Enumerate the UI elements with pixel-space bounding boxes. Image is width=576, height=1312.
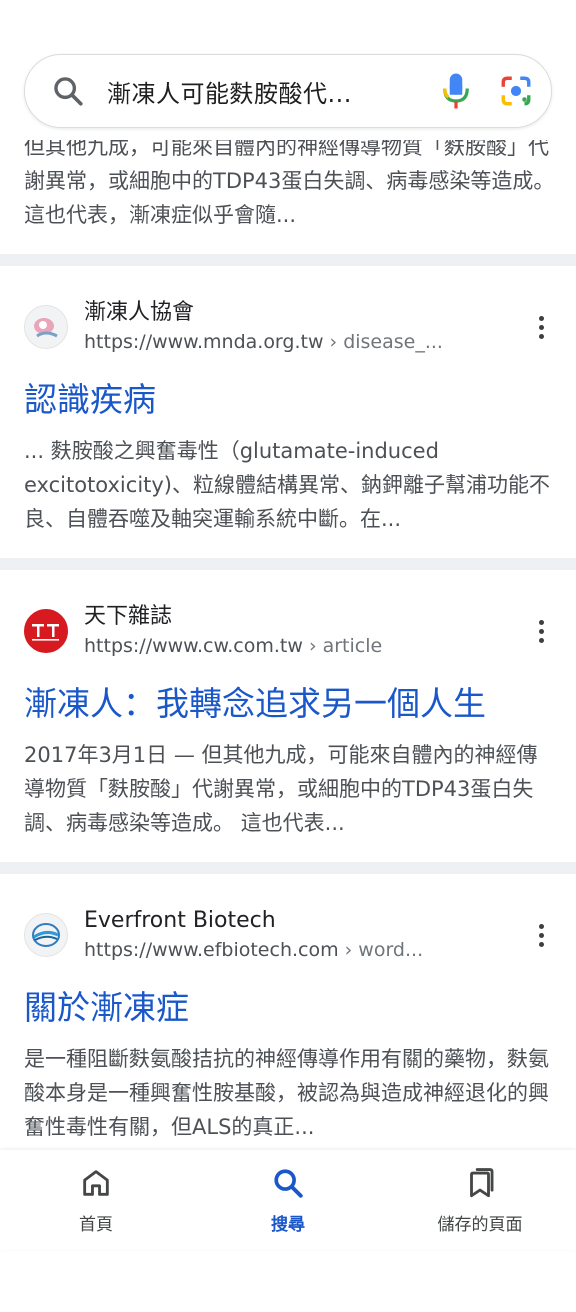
mnda-favicon-icon — [24, 305, 68, 349]
nav-home[interactable]: 首頁 — [21, 1166, 171, 1235]
result-snippet: 2017年3月1日 — 但其他九成，可能來自體內的神經傳導物質「麩胺酸」代謝異常… — [24, 743, 538, 835]
site-name: Everfront Biotech — [84, 908, 276, 933]
result-source[interactable]: 漸凍人協會 https://www.mnda.org.tw › disease_… — [24, 290, 552, 364]
saved-pages-icon — [470, 1168, 494, 1198]
nav-home-label: 首頁 — [79, 1215, 113, 1235]
result-title-link[interactable]: 認識疾病 — [24, 378, 552, 422]
site-url: https://www.efbiotech.com › word... — [84, 939, 424, 961]
more-options-icon[interactable] — [526, 920, 556, 950]
nav-saved-label: 儲存的頁面 — [437, 1215, 523, 1235]
result-separator — [0, 254, 576, 266]
result-card[interactable]: 漸凍人協會 https://www.mnda.org.tw › disease_… — [0, 266, 576, 558]
search-icon[interactable] — [51, 74, 85, 108]
microphone-icon[interactable] — [441, 71, 471, 111]
result-separator — [0, 862, 576, 874]
site-name: 天下雜誌 — [84, 604, 173, 629]
result-snippet: ... 麩胺酸之興奮毒性（glutamate-induced excitotox… — [24, 439, 551, 531]
site-url: https://www.mnda.org.tw › disease_... — [84, 331, 443, 353]
more-options-icon[interactable] — [526, 616, 556, 646]
result-title-link[interactable]: 漸凍人：我轉念追求另一個人生 — [24, 682, 552, 726]
result-card[interactable]: Everfront Biotech https://www.efbiotech.… — [0, 874, 576, 1166]
result-snippet: 但其他九成，可能來自體內的神經傳導物質「麩胺酸」代謝異常，或細胞中的TDP43蛋… — [24, 135, 555, 227]
cw-favicon-icon — [24, 609, 68, 653]
search-icon — [274, 1169, 303, 1198]
previous-result-snippet[interactable]: 但其他九成，可能來自體內的神經傳導物質「麩胺酸」代謝異常，或細胞中的TDP43蛋… — [0, 128, 576, 254]
search-bar[interactable]: 漸凍人可能麩胺酸代... — [24, 54, 552, 128]
nav-search-label: 搜尋 — [271, 1215, 305, 1235]
search-query-text[interactable]: 漸凍人可能麩胺酸代... — [107, 74, 417, 109]
result-source[interactable]: 天下雜誌 https://www.cw.com.tw › article — [24, 594, 552, 668]
nav-saved[interactable]: 儲存的頁面 — [405, 1166, 555, 1235]
home-icon — [83, 1170, 109, 1196]
nav-search[interactable]: 搜尋 — [213, 1166, 363, 1235]
efbiotech-favicon-icon — [24, 913, 68, 957]
google-lens-icon[interactable] — [499, 74, 533, 108]
more-options-icon[interactable] — [526, 312, 556, 342]
result-source[interactable]: Everfront Biotech https://www.efbiotech.… — [24, 898, 552, 972]
result-snippet: 是一種阻斷麩氨酸拮抗的神經傳導作用有關的藥物，麩氨酸本身是一種興奮性胺基酸，被認… — [24, 1047, 549, 1139]
result-separator — [0, 558, 576, 570]
result-card[interactable]: 天下雜誌 https://www.cw.com.tw › article 漸凍人… — [0, 570, 576, 862]
search-results: 但其他九成，可能來自體內的神經傳導物質「麩胺酸」代謝異常，或細胞中的TDP43蛋… — [0, 128, 576, 1166]
site-url: https://www.cw.com.tw › article — [84, 635, 383, 657]
result-title-link[interactable]: 關於漸凍症 — [24, 986, 552, 1030]
site-name: 漸凍人協會 — [84, 300, 195, 325]
bottom-navigation: 首頁 搜尋 儲存的頁面 — [0, 1150, 576, 1250]
